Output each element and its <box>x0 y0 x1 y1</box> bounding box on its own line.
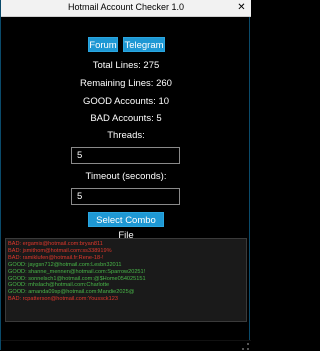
timeout-input[interactable]: 5 <box>71 188 180 205</box>
log-line: BAD: ergamis@hotmail.com:bryan811 <box>8 241 103 247</box>
title-bar[interactable]: Hotmail Account Checker 1.0 ✕ <box>1 0 251 17</box>
close-icon[interactable]: ✕ <box>235 1 248 14</box>
results-log[interactable]: BAD: ergamis@hotmail.com:bryan811 BAD: j… <box>5 238 247 322</box>
log-line: BAD: ramiklufen@hotmail.fr:Rene-18-! <box>8 254 104 261</box>
threads-input[interactable]: 5 <box>71 147 180 164</box>
log-line: GOOD: amanda09sp@hotmail.com:Mandie2025@ <box>8 289 135 296</box>
good-accounts-label: GOOD Accounts: 10 <box>82 96 170 107</box>
log-line: GOOD: mhslach@hotmail.com:Charlotte <box>8 282 110 289</box>
forum-button[interactable]: Forum <box>88 37 118 52</box>
remaining-lines-label: Remaining Lines: 260 <box>80 78 172 89</box>
log-line: BAD: rcpatterson@hotmail.com:Youssck123 <box>8 296 118 303</box>
log-line: BAD: jsmithom@hotmail.com:ss338919% <box>8 247 112 254</box>
total-lines-label: Total Lines: 275 <box>92 60 160 71</box>
bad-accounts-label: BAD Accounts: 5 <box>90 113 162 124</box>
log-line: GOOD: jaygsn712@hotmail.com:Lesbn32011 <box>8 261 122 268</box>
log-line: GOOD: sonnelsch1@hotmail.com:@$Home05402… <box>8 275 146 282</box>
log-line: GOOD: shanne_mennen@hotmail.com:Sparrow2… <box>8 268 146 275</box>
status-bar <box>1 340 251 351</box>
window-title: Hotmail Account Checker 1.0 <box>67 2 185 12</box>
app-window: Hotmail Account Checker 1.0 ✕ Forum Tele… <box>0 0 251 351</box>
resize-grip-icon[interactable] <box>242 343 249 350</box>
timeout-label: Timeout (seconds): <box>85 171 167 182</box>
telegram-button[interactable]: Telegram <box>123 37 165 52</box>
threads-label: Threads: <box>107 130 145 141</box>
select-combo-file-button[interactable]: Select Combo File <box>88 212 164 241</box>
